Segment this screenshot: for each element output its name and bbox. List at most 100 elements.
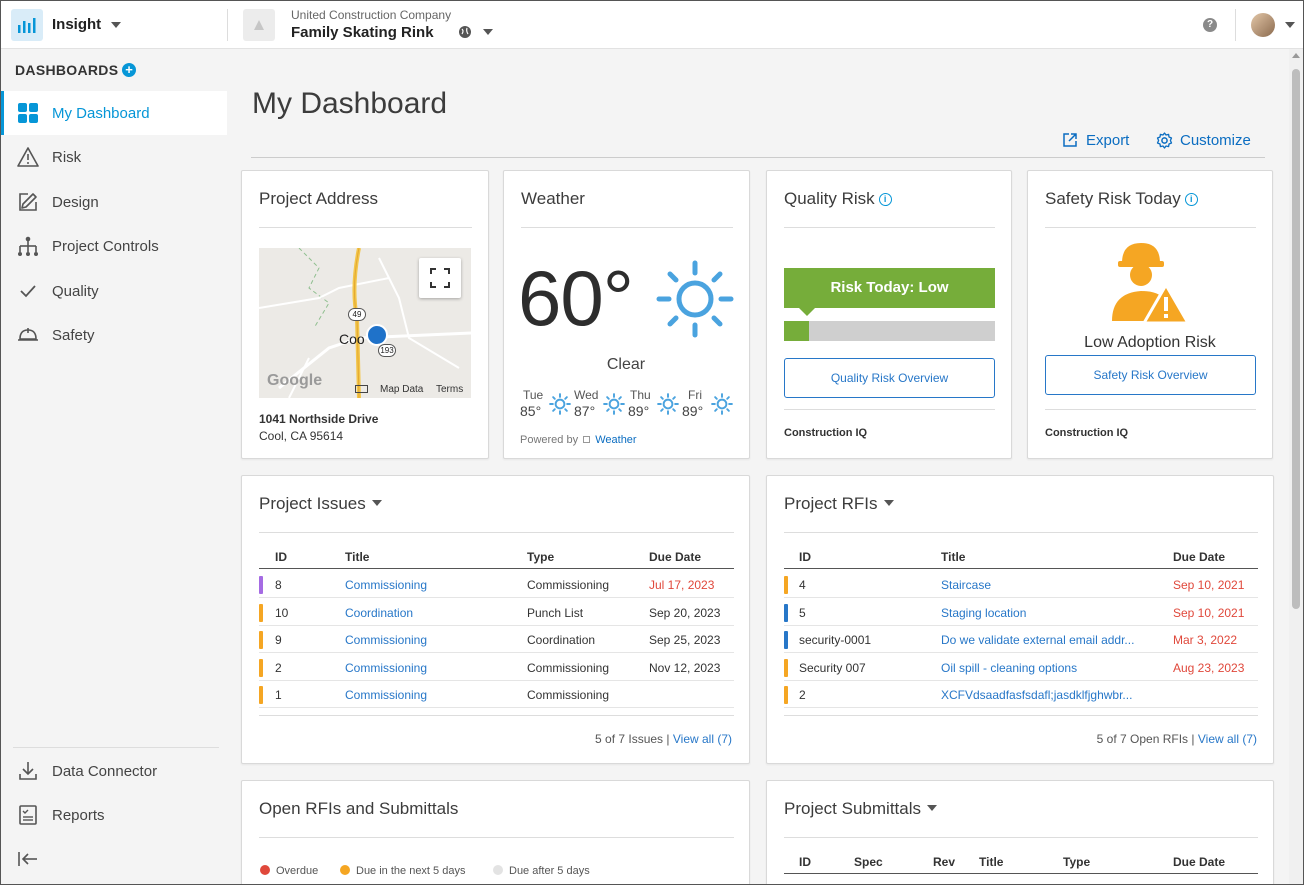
cell-title-link[interactable]: Oil spill - cleaning options [941,661,1161,675]
add-dashboard-button[interactable]: + [122,63,136,77]
sidebar-item-label: Reports [52,807,105,824]
sun-icon [656,260,734,338]
map-terms-link[interactable]: Terms [436,384,463,395]
safety-risk-overview-button[interactable]: Safety Risk Overview [1045,355,1256,395]
cell-title-link[interactable]: XCFVdsaadfasfsdafl;jasdklfjghwbr... [941,688,1161,702]
card-title-text: Quality Risk [784,189,875,208]
table-row[interactable]: 2 Commissioning Commissioning Nov 12, 2023 [259,654,734,681]
fullscreen-button[interactable] [419,258,461,298]
sidebar-item-design[interactable]: Design [1,180,227,224]
card-title[interactable]: Project Submittals [784,799,937,819]
cell-due-date: Sep 20, 2023 [649,605,721,620]
column-header-id[interactable]: ID [275,550,287,564]
forecast-temp: 89° [682,403,704,419]
view-all-rfis-link[interactable]: View all (7) [1198,732,1257,746]
quality-risk-overview-button[interactable]: Quality Risk Overview [784,358,995,398]
download-icon [19,762,37,780]
report-icon [19,805,37,825]
collapse-sidebar-icon[interactable] [18,851,38,867]
powered-by-label: Powered by [520,434,579,446]
view-all-issues-link[interactable]: View all (7) [673,732,732,746]
scroll-up-arrow[interactable] [1292,53,1300,58]
sidebar-item-my-dashboard[interactable]: My Dashboard [1,91,227,135]
forecast-day: Fri [688,388,702,402]
table-row[interactable]: 8 Commissioning Commissioning Jul 17, 2023 [259,571,734,598]
keyboard-icon[interactable] [355,385,368,393]
table-row[interactable]: 10 Coordination Punch List Sep 20, 2023 [259,599,734,626]
legend-swatch [260,865,270,875]
cell-title-link[interactable]: Coordination [345,606,413,620]
info-icon[interactable]: i [1184,193,1198,206]
column-header-spec[interactable]: Spec [854,855,883,869]
chevron-down-icon[interactable] [1285,22,1295,28]
page-scrollbar[interactable] [1289,49,1303,884]
map-data-link[interactable]: Map Data [380,384,423,395]
legend-swatch [493,865,503,875]
scrollbar-thumb[interactable] [1292,69,1300,609]
map[interactable]: 49 193 Coo Google Map Data Terms [259,248,471,398]
table-row[interactable]: 1 Commissioning Commissioning [259,681,734,708]
column-header-title[interactable]: Title [979,855,1003,869]
avatar[interactable] [1251,13,1275,37]
chevron-down-icon[interactable] [483,29,493,35]
cell-title-link[interactable]: Do we validate external email addr... [941,633,1161,647]
table-row[interactable]: 9 Commissioning Coordination Sep 25, 2023 [259,626,734,653]
table-row[interactable]: 2 XCFVdsaadfasfsdafl;jasdklfjghwbr... [784,681,1258,708]
weather-link[interactable]: Weather [595,434,636,446]
sidebar-item-project-controls[interactable]: Project Controls [1,224,227,268]
column-header-type[interactable]: Type [527,550,554,564]
column-header-due-date[interactable]: Due Date [1173,550,1225,564]
column-header-type[interactable]: Type [1063,855,1090,869]
sidebar-item-safety[interactable]: Safety [1,313,227,357]
chevron-down-icon[interactable] [111,22,121,28]
weather-attribution: Powered by Weather [520,434,637,446]
table-row[interactable]: 5 Staging location Sep 10, 2021 [784,599,1258,626]
address-line-2: Cool, CA 95614 [259,429,344,443]
sidebar-item-label: Project Controls [52,238,159,255]
help-icon[interactable]: ? [1203,18,1217,32]
column-header-id[interactable]: ID [799,855,811,869]
forecast-day: Tue [523,388,544,402]
chevron-down-icon[interactable] [883,500,894,506]
column-header-id[interactable]: ID [799,550,811,564]
cell-title-link[interactable]: Commissioning [345,578,427,592]
column-header-due-date[interactable]: Due Date [1173,855,1225,869]
cell-title-link[interactable]: Commissioning [345,633,427,647]
cell-title-link[interactable]: Commissioning [345,688,427,702]
project-issues-card: Project Issues ID Title Type Due Date 8 C… [241,475,750,764]
project-selector[interactable]: Family Skating Rink [291,24,434,41]
table-row[interactable]: Security 007 Oil spill - cleaning options… [784,654,1258,681]
column-header-rev[interactable]: Rev [933,855,955,869]
main-content: My Dashboard Export Customize Project Ad… [227,49,1289,884]
cell-title-link[interactable]: Staircase [941,578,1161,592]
card-title[interactable]: Project RFIs [784,494,894,514]
info-icon[interactable]: i [878,193,892,206]
export-icon [1063,133,1077,147]
table-row[interactable]: 4 Staircase Sep 10, 2021 [784,571,1258,598]
legend-item-due-soon: Due in the next 5 days [340,865,465,877]
safety-risk-card: Safety Risk Today i Low Adoption Risk Saf… [1027,170,1273,459]
cell-id: 1 [275,688,282,702]
sun-icon [549,393,571,415]
sidebar-item-risk[interactable]: Risk [1,135,227,179]
app-name[interactable]: Insight [52,16,101,33]
bar-chart-icon[interactable] [11,9,43,41]
card-title: Project Address [259,189,379,208]
sidebar-item-quality[interactable]: Quality [1,269,227,313]
table-row[interactable]: security-0001 Do we validate external ema… [784,626,1258,653]
sidebar-item-data-connector[interactable]: Data Connector [1,749,227,793]
risk-pointer [799,308,815,316]
card-title[interactable]: Project Issues [259,494,382,514]
risk-level-fill [784,321,810,341]
chevron-down-icon[interactable] [927,805,937,811]
sidebar-item-reports[interactable]: Reports [1,793,227,837]
card-title: Open RFIs and Submittals [259,799,459,818]
priority-indicator [259,686,263,704]
column-header-title[interactable]: Title [941,550,965,564]
chevron-down-icon[interactable] [371,500,382,506]
column-header-due-date[interactable]: Due Date [649,550,701,564]
column-header-title[interactable]: Title [345,550,369,564]
cell-title-link[interactable]: Commissioning [345,661,427,675]
project-rfis-card: Project RFIs ID Title Due Date 4 Staircas… [766,475,1274,764]
cell-title-link[interactable]: Staging location [941,606,1161,620]
